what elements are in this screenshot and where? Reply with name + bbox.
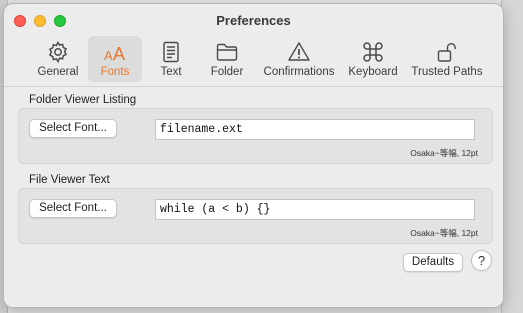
svg-text:A: A — [104, 48, 113, 63]
svg-text:A: A — [113, 44, 125, 64]
tab-text[interactable]: Text — [149, 36, 193, 82]
lock-icon — [437, 43, 456, 62]
folder-viewer-section-title: Folder Viewer Listing — [29, 94, 137, 106]
tab-confirmations[interactable]: Confirmations — [258, 36, 340, 82]
file-viewer-font-info: Osaka−等幅, 12pt — [410, 228, 478, 238]
toolbar-divider — [4, 86, 503, 87]
fonts-icon: A A — [104, 44, 125, 64]
file-viewer-section-title: File Viewer Text — [29, 174, 110, 186]
folder-viewer-sample-field[interactable]: filename.ext — [155, 119, 475, 140]
tab-folder-label: Folder — [210, 66, 244, 78]
tab-trusted-paths-label: Trusted Paths — [411, 66, 483, 78]
tab-folder[interactable]: Folder — [202, 36, 252, 82]
help-button[interactable]: ? — [471, 250, 492, 271]
gear-icon — [49, 40, 67, 64]
background-right-strip — [501, 0, 523, 313]
tab-fonts-label: Fonts — [100, 66, 130, 78]
folder-viewer-group: Select Font... filename.ext Osaka−等幅, 12… — [18, 108, 493, 164]
file-viewer-sample-field[interactable]: while (a < b) {} — [155, 199, 475, 220]
defaults-button[interactable]: Defaults — [403, 253, 463, 272]
preferences-window: Preferences General A A Fonts Text Folde… — [3, 3, 504, 308]
folder-viewer-select-font-button[interactable]: Select Font... — [29, 119, 117, 138]
tab-keyboard-label: Keyboard — [348, 66, 398, 78]
tab-general[interactable]: General — [30, 36, 86, 82]
folder-viewer-font-info: Osaka−等幅, 12pt — [410, 148, 478, 158]
file-viewer-select-font-button[interactable]: Select Font... — [29, 199, 117, 218]
tab-general-label: General — [37, 66, 79, 78]
tab-text-label: Text — [160, 66, 182, 78]
folder-icon — [216, 43, 238, 61]
preferences-toolbar: General A A Fonts Text Folder Confirmati… — [4, 36, 503, 84]
file-viewer-group: Select Font... while (a < b) {} Osaka−等幅… — [18, 188, 493, 244]
tab-keyboard[interactable]: Keyboard — [344, 36, 402, 82]
command-key-icon — [363, 42, 383, 62]
tab-confirmations-label: Confirmations — [263, 66, 335, 78]
tab-fonts[interactable]: A A Fonts — [88, 36, 142, 82]
window-title: Preferences — [216, 13, 291, 28]
title-bar[interactable]: Preferences — [4, 4, 503, 38]
tab-trusted-paths[interactable]: Trusted Paths — [407, 36, 487, 82]
text-document-icon — [163, 41, 179, 63]
warning-icon — [288, 42, 310, 61]
